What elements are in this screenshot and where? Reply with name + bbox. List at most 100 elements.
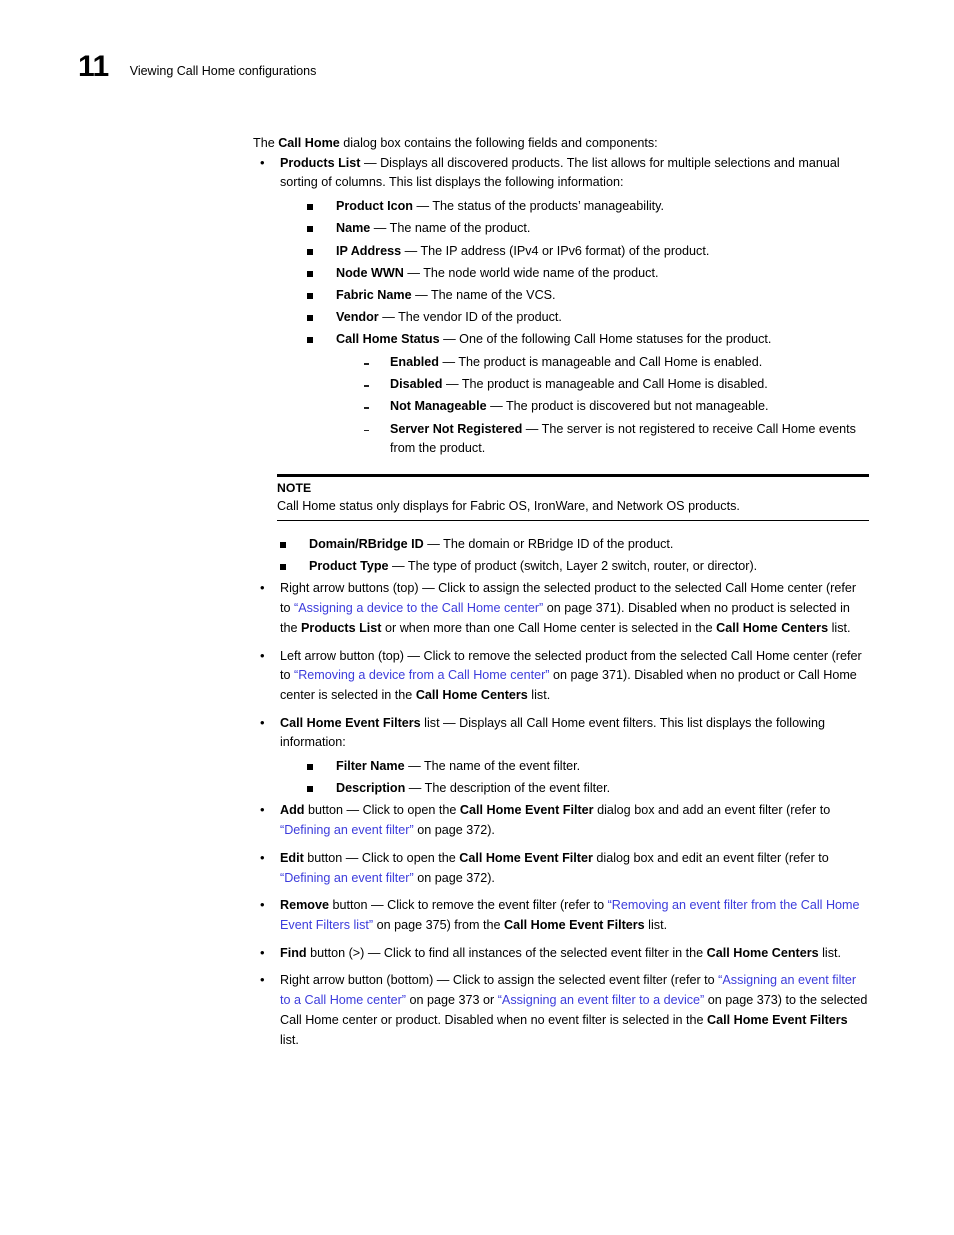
list-item: Enabled — The product is manageable and … xyxy=(363,353,869,373)
chapter-number: 11 xyxy=(78,50,109,83)
term-call-home-event-filter-dialog: Call Home Event Filter xyxy=(459,803,594,818)
list-item: Filter Name — The name of the event filt… xyxy=(307,757,869,777)
desc-products-list: — Displays all discovered products. The … xyxy=(280,155,840,190)
note-text: Call Home status only displays for Fabri… xyxy=(277,499,740,514)
edit-button-text-3: on page 372). xyxy=(413,870,495,885)
term-vendor: Vendor xyxy=(336,310,379,325)
intro-text-after: dialog box contains the following fields… xyxy=(339,136,658,150)
list-item-products-list: Products List — Displays all discovered … xyxy=(253,153,869,459)
term-call-home-event-filters-ref: Call Home Event Filters xyxy=(504,918,645,932)
desc-enabled: — The product is manageable and Call Hom… xyxy=(439,355,763,370)
term-call-home-status: Call Home Status xyxy=(336,332,440,347)
term-remove-button: Remove xyxy=(280,898,329,913)
term-products-list: Products List xyxy=(280,155,361,170)
list-item: Fabric Name — The name of the VCS. xyxy=(307,286,869,306)
list-item: Name — The name of the product. xyxy=(307,219,869,239)
add-button-text-2: dialog box and add an event filter (refe… xyxy=(593,803,831,818)
list-item-call-home-event-filters: Call Home Event Filters list — Displays … xyxy=(253,713,869,799)
list-item: Node WWN — The node world wide name of t… xyxy=(307,264,869,284)
remove-button-text-1: button — Click to remove the event filte… xyxy=(329,898,608,913)
list-item-right-arrow-bottom: Right arrow button (bottom) — Click to a… xyxy=(253,970,869,1050)
list-item: Call Home Status — One of the following … xyxy=(307,330,869,459)
desc-vendor: — The vendor ID of the product. xyxy=(378,310,562,325)
term-call-home-event-filters: Call Home Event Filters xyxy=(280,715,421,730)
term-ip-address: IP Address xyxy=(336,243,402,258)
link-assigning-event-filter-to-device[interactable]: “Assigning an event filter to a device” xyxy=(498,993,705,1007)
chapter-title: Viewing Call Home configurations xyxy=(129,64,317,78)
document-body: The Call Home dialog box contains the fo… xyxy=(253,134,869,1058)
term-call-home-event-filters-ref-2: Call Home Event Filters xyxy=(707,1012,848,1027)
desc-domain-rbridge-id: — The domain or RBridge ID of the produc… xyxy=(423,537,674,552)
desc-not-manageable: — The product is discovered but not mana… xyxy=(486,399,769,414)
term-edit-button: Edit xyxy=(280,850,304,865)
right-arrow-bottom-text-4: list. xyxy=(280,1032,299,1047)
components-bullet-list: Products List — Displays all discovered … xyxy=(253,153,869,459)
desc-node-wwn: — The node world wide name of the produc… xyxy=(403,265,659,280)
desc-call-home-status: — One of the following Call Home statuse… xyxy=(439,332,772,347)
list-item: Description — The description of the eve… xyxy=(307,779,869,799)
desc-product-type: — The type of product (switch, Layer 2 s… xyxy=(388,559,758,574)
term-description: Description xyxy=(336,781,406,796)
list-item-edit-button: Edit button — Click to open the Call Hom… xyxy=(253,848,869,888)
list-item: Domain/RBridge ID — The domain or RBridg… xyxy=(280,535,869,555)
remove-button-text-3: list. xyxy=(644,918,668,932)
term-node-wwn: Node WWN xyxy=(336,265,404,280)
call-home-status-values: Enabled — The product is manageable and … xyxy=(336,353,869,459)
desc-disabled: — The product is manageable and Call Hom… xyxy=(442,377,768,392)
right-arrow-bottom-text-2: on page 373 or xyxy=(406,993,498,1008)
desc-fabric-name: — The name of the VCS. xyxy=(411,287,556,302)
list-item: Disabled — The product is manageable and… xyxy=(363,375,869,395)
term-product-icon: Product Icon xyxy=(336,199,413,214)
term-disabled: Disabled xyxy=(390,377,443,392)
term-enabled: Enabled xyxy=(390,355,439,370)
desc-name: — The name of the product. xyxy=(370,221,531,236)
remove-button-text-2: on page 375) from the xyxy=(373,918,504,932)
add-button-text-1: button — Click to open the xyxy=(304,803,460,818)
term-find-button: Find xyxy=(280,945,307,960)
intro-paragraph: The Call Home dialog box contains the fo… xyxy=(253,134,869,154)
desc-filter-name: — The name of the event filter. xyxy=(404,759,581,774)
add-button-text-3: on page 372). xyxy=(413,823,495,838)
components-bullet-list-continued: Right arrow buttons (top) — Click to ass… xyxy=(253,578,869,1050)
find-button-text-2: list. xyxy=(818,945,842,960)
edit-button-text-1: button — Click to open the xyxy=(303,850,460,865)
list-item: Product Icon — The status of the product… xyxy=(307,197,869,217)
desc-ip-address: — The IP address (IPv4 or IPv6 format) o… xyxy=(401,243,710,258)
term-add-button: Add xyxy=(280,803,305,818)
term-server-not-registered: Server Not Registered xyxy=(390,421,523,436)
right-arrow-bottom-text-1: Right arrow button (bottom) — Click to a… xyxy=(280,973,719,988)
term-domain-rbridge-id: Domain/RBridge ID xyxy=(309,537,424,552)
list-item-add-button: Add button — Click to open the Call Home… xyxy=(253,800,869,840)
intro-text-before: The xyxy=(253,136,279,150)
term-filter-name: Filter Name xyxy=(336,759,405,774)
list-item: Product Type — The type of product (swit… xyxy=(280,557,869,577)
note-admonition: NOTE Call Home status only displays for … xyxy=(277,474,869,522)
right-arrow-top-text-4: list. xyxy=(828,620,851,635)
list-item-left-arrow-top: Left arrow button (top) — Click to remov… xyxy=(253,646,869,706)
link-removing-device-from-call-home-center[interactable]: “Removing a device from a Call Home cent… xyxy=(294,668,549,682)
link-assigning-device-to-call-home-center[interactable]: “Assigning a device to the Call Home cen… xyxy=(294,601,543,615)
products-list-columns: Product Icon — The status of the product… xyxy=(280,197,869,459)
list-item: Vendor — The vendor ID of the product. xyxy=(307,308,869,328)
intro-term-call-home: Call Home xyxy=(278,136,340,150)
find-button-text-1: button (>) — Click to find all instances… xyxy=(306,945,707,960)
term-products-list-ref: Products List xyxy=(301,620,382,635)
term-product-type: Product Type xyxy=(309,559,389,574)
list-item-remove-button: Remove button — Click to remove the even… xyxy=(253,895,869,935)
edit-button-text-2: dialog box and edit an event filter (ref… xyxy=(592,850,829,865)
list-item: Not Manageable — The product is discover… xyxy=(363,397,869,417)
term-call-home-centers-ref-2: Call Home Centers xyxy=(415,687,528,702)
term-call-home-event-filter-dialog-2: Call Home Event Filter xyxy=(459,850,593,865)
event-filters-columns: Filter Name — The name of the event filt… xyxy=(280,757,869,799)
term-call-home-centers-ref-3: Call Home Centers xyxy=(706,945,819,960)
page-running-header: 11 Viewing Call Home configurations xyxy=(78,52,316,82)
left-arrow-top-text-3: list. xyxy=(527,687,551,702)
link-defining-an-event-filter-add[interactable]: “Defining an event filter” xyxy=(280,823,414,837)
right-arrow-top-text-3: or when more than one Call Home center i… xyxy=(381,620,717,635)
note-label: NOTE xyxy=(277,481,312,496)
term-call-home-centers-ref: Call Home Centers xyxy=(716,620,829,635)
list-item: Server Not Registered — The server is no… xyxy=(363,420,869,459)
link-defining-an-event-filter-edit[interactable]: “Defining an event filter” xyxy=(280,871,414,885)
list-item-right-arrow-top: Right arrow buttons (top) — Click to ass… xyxy=(253,578,869,638)
products-list-columns-continued: Domain/RBridge ID — The domain or RBridg… xyxy=(253,535,869,577)
